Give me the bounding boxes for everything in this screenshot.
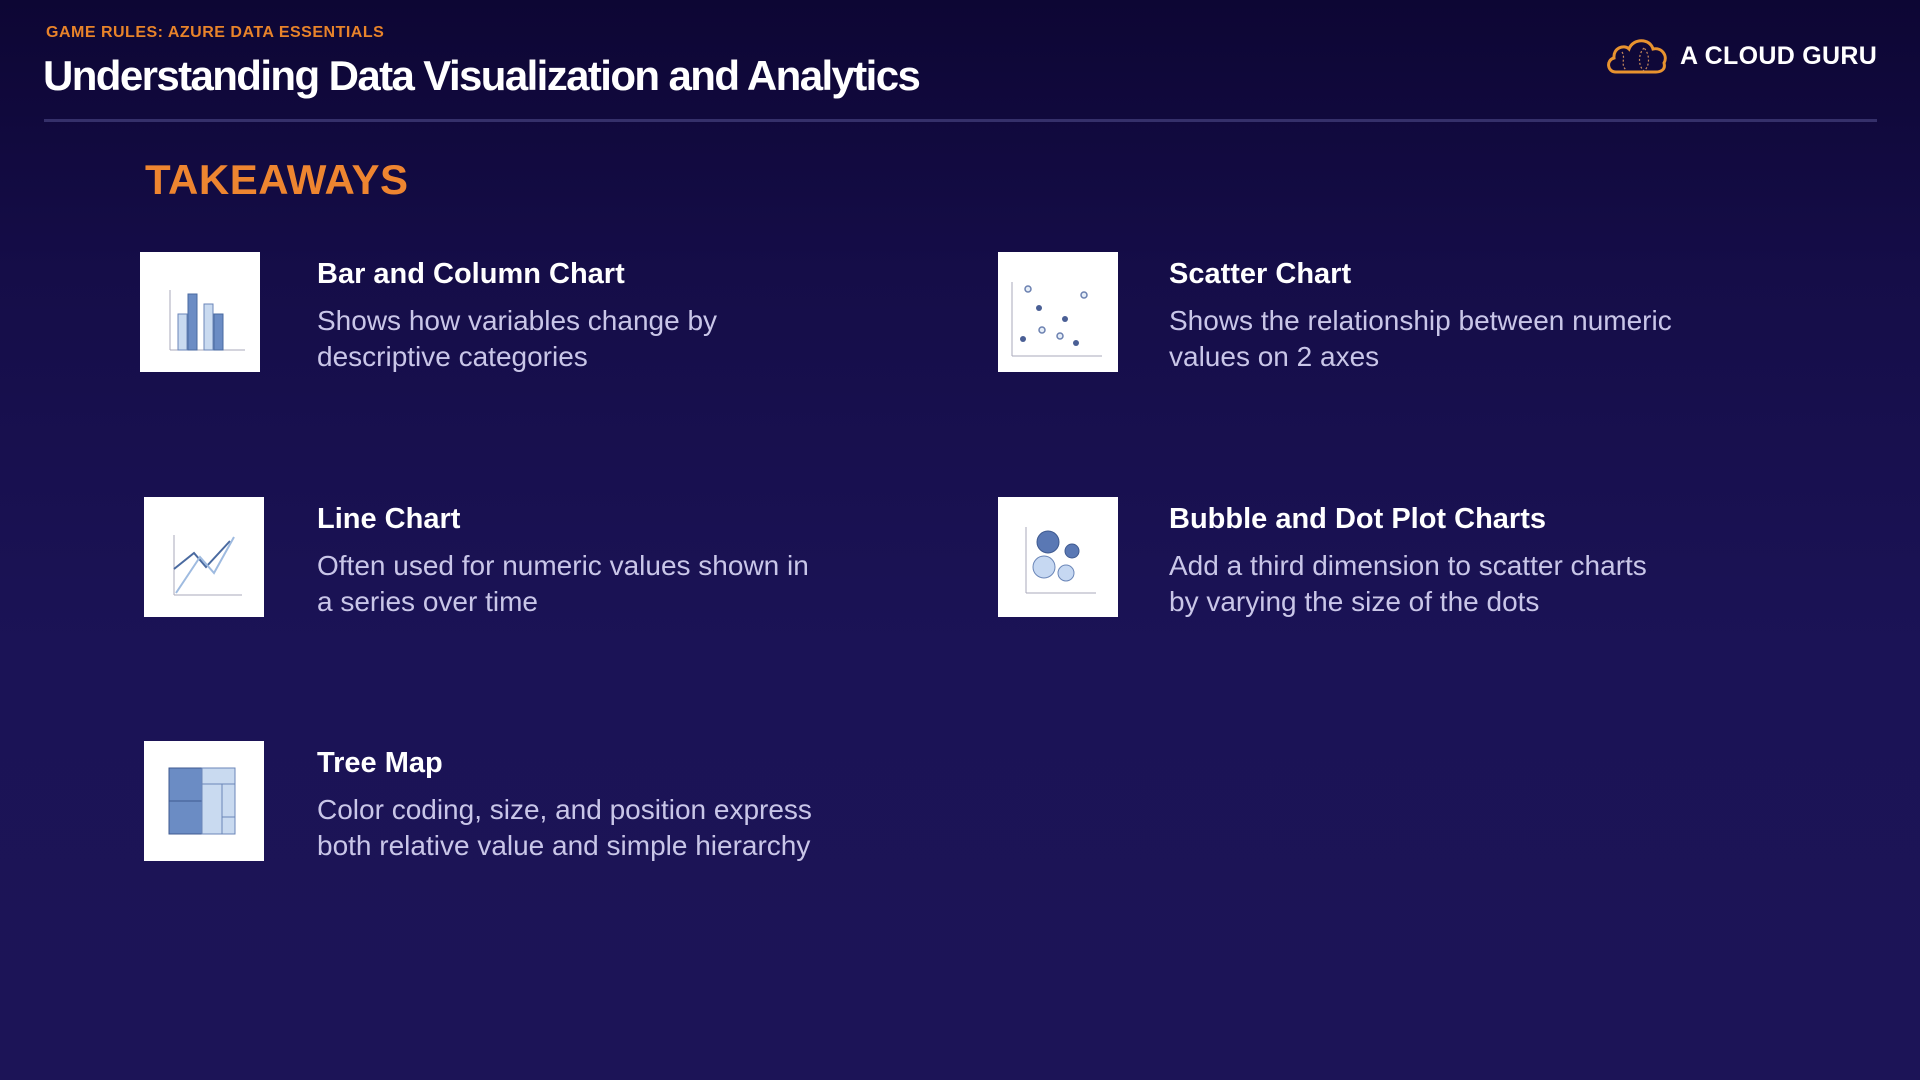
logo: A CLOUD GURU: [1604, 36, 1877, 76]
takeaway-line-chart: Line Chart Often used for numeric values …: [144, 497, 809, 617]
eyebrow: GAME RULES: AZURE DATA ESSENTIALS: [46, 24, 385, 41]
takeaway-scatter-chart: Scatter Chart Shows the relationship betw…: [998, 252, 1672, 372]
line-chart-icon: [144, 497, 264, 617]
takeaway-bubble-chart: Bubble and Dot Plot Charts Add a third di…: [998, 497, 1647, 617]
item-title: Scatter Chart: [1169, 258, 1352, 290]
page-title: Understanding Data Visualization and Ana…: [43, 52, 921, 99]
scatter-chart-icon: [998, 252, 1118, 372]
takeaway-tree-map: Tree Map Color coding, size, and position…: [144, 741, 812, 861]
item-desc: Color coding, size, and position express…: [317, 794, 812, 861]
divider: [44, 119, 1877, 122]
item-desc: Add a third dimension to scatter charts b…: [1169, 550, 1647, 617]
tree-map-icon: [144, 741, 264, 861]
logo-text: A CLOUD GURU: [1680, 41, 1878, 70]
item-desc: Shows the relationship between numeric va…: [1169, 305, 1672, 372]
cloud-logo-icon: [1607, 39, 1667, 74]
item-title: Tree Map: [317, 747, 443, 779]
takeaway-bar-chart: Bar and Column Chart Shows how variables …: [140, 252, 717, 372]
item-title: Bar and Column Chart: [317, 258, 625, 290]
bar-chart-icon: [140, 252, 260, 372]
section-title: TAKEAWAYS: [145, 156, 409, 203]
item-desc: Often used for numeric values shown in a …: [317, 550, 809, 617]
item-desc: Shows how variables change by descriptive…: [317, 305, 718, 372]
item-title: Bubble and Dot Plot Charts: [1169, 503, 1546, 535]
bubble-chart-icon: [998, 497, 1118, 617]
item-title: Line Chart: [317, 503, 461, 535]
